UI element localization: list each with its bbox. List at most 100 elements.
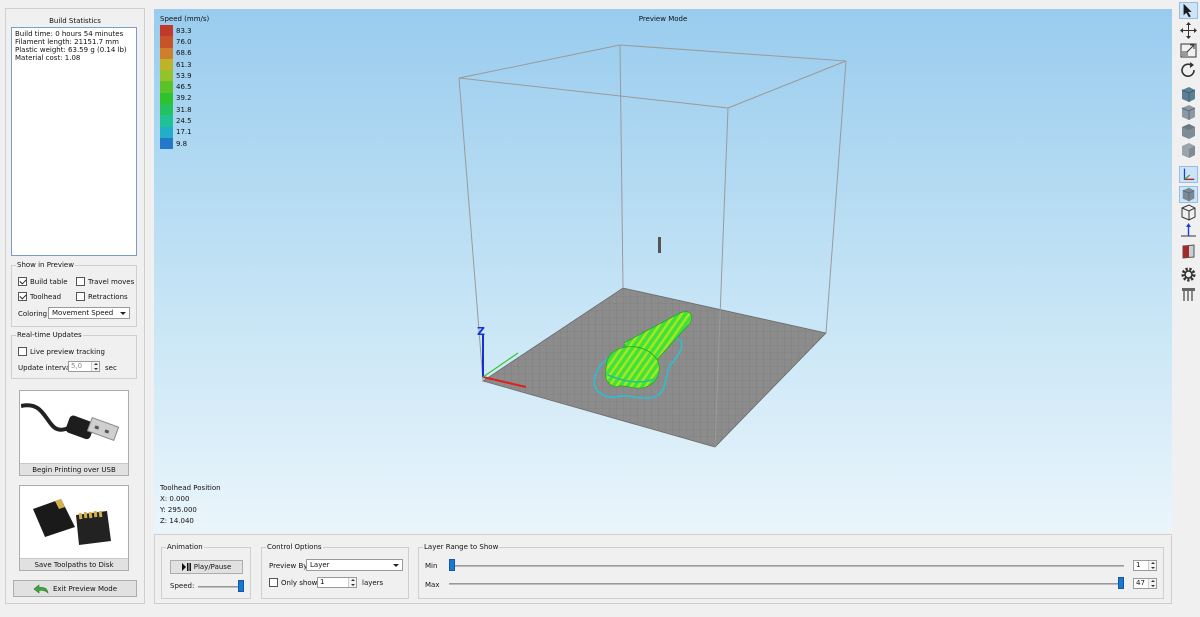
scale-tool-button[interactable] bbox=[1179, 42, 1198, 59]
max-layer-value: 47 bbox=[1136, 579, 1145, 587]
filament-length: Filament length: 21151.7 mm bbox=[15, 38, 119, 46]
view-front-button[interactable] bbox=[1179, 104, 1198, 121]
speed-slider-handle[interactable] bbox=[238, 580, 244, 592]
legend-row: 31.8 bbox=[160, 104, 209, 116]
rotate-tool-button[interactable] bbox=[1179, 62, 1198, 79]
legend-swatch bbox=[160, 137, 173, 150]
travel-moves-checkbox-row[interactable]: Travel moves bbox=[76, 277, 134, 286]
settings-gear-button[interactable] bbox=[1179, 266, 1198, 283]
material-cost: Material cost: 1.08 bbox=[15, 54, 81, 62]
show-wireframe-icon bbox=[1181, 204, 1196, 221]
select-tool-button[interactable] bbox=[1179, 2, 1198, 19]
sd-card-icon bbox=[21, 487, 127, 558]
max-layer-slider-track[interactable] bbox=[449, 583, 1124, 585]
legend-value: 53.9 bbox=[176, 71, 192, 80]
view-iso-icon bbox=[1181, 87, 1196, 102]
toolhead-position: Toolhead Position X: 0.000 Y: 295.000 Z:… bbox=[160, 483, 221, 527]
layer-range-title: Layer Range to Show bbox=[423, 543, 500, 551]
legend-row: 39.2 bbox=[160, 92, 209, 105]
view-iso-button[interactable] bbox=[1179, 86, 1198, 103]
only-show-label: Only show bbox=[281, 578, 318, 587]
view-side-button[interactable] bbox=[1179, 142, 1198, 159]
scale-tool-icon bbox=[1180, 43, 1197, 58]
show-axes-button[interactable] bbox=[1179, 166, 1198, 183]
build-statistics-box[interactable]: Build time: 0 hours 54 minutes Filament … bbox=[11, 27, 137, 256]
plastic-weight: Plastic weight: 63.59 g (0.14 lb) bbox=[15, 46, 127, 54]
animation-group: Animation Play/Pause Speed: bbox=[161, 543, 251, 599]
travel-moves-checkbox[interactable] bbox=[76, 277, 85, 286]
build-table-checkbox[interactable] bbox=[18, 277, 27, 286]
spin-arrows-icon[interactable] bbox=[1148, 579, 1156, 588]
begin-printing-usb-button[interactable]: Begin Printing over USB bbox=[19, 390, 129, 476]
spin-arrows-icon[interactable] bbox=[91, 362, 99, 371]
legend-swatch bbox=[160, 36, 173, 48]
legend-row: 53.9 bbox=[160, 70, 209, 82]
legend-value: 17.1 bbox=[176, 128, 192, 137]
play-pause-button[interactable]: Play/Pause bbox=[170, 560, 243, 574]
save-toolpaths-label: Save Toolpaths to Disk bbox=[20, 558, 128, 570]
build-table-checkbox-row[interactable]: Build table bbox=[18, 277, 68, 286]
update-interval-value: 5,0 bbox=[71, 362, 83, 370]
begin-printing-usb-label: Begin Printing over USB bbox=[20, 463, 128, 475]
preview-scene: Z bbox=[458, 44, 847, 448]
min-layer-slider-track[interactable] bbox=[449, 565, 1124, 567]
settings-gear-icon bbox=[1181, 267, 1196, 282]
speed-legend-title: Speed (mm/s) bbox=[160, 15, 210, 23]
retractions-checkbox-row[interactable]: Retractions bbox=[76, 292, 128, 301]
layer-range-group: Layer Range to Show Min 1 Max 47 bbox=[418, 543, 1164, 599]
legend-value: 68.6 bbox=[176, 49, 192, 58]
legend-row: 68.6 bbox=[160, 47, 209, 59]
legend-value: 83.3 bbox=[176, 26, 192, 35]
spin-arrows-icon[interactable] bbox=[1148, 561, 1156, 570]
view-top-button[interactable] bbox=[1179, 123, 1198, 140]
live-tracking-checkbox[interactable] bbox=[18, 347, 27, 356]
support-button[interactable] bbox=[1179, 286, 1198, 303]
move-tool-icon bbox=[1180, 22, 1197, 39]
layers-label: layers bbox=[362, 579, 384, 587]
preview-by-dropdown[interactable]: Layer bbox=[306, 559, 403, 571]
exit-preview-label: Exit Preview Mode bbox=[52, 584, 118, 593]
section-view-button[interactable] bbox=[1179, 243, 1198, 260]
only-show-spinbox[interactable]: 1 bbox=[317, 577, 357, 588]
play-pause-label: Play/Pause bbox=[193, 563, 232, 571]
max-layer-slider-handle[interactable] bbox=[1118, 577, 1124, 589]
toolhead-checkbox-row[interactable]: Toolhead bbox=[18, 292, 61, 301]
legend-swatch bbox=[160, 104, 173, 116]
move-tool-button[interactable] bbox=[1179, 22, 1198, 39]
show-normals-button[interactable] bbox=[1179, 222, 1198, 239]
show-normals-icon bbox=[1181, 223, 1196, 237]
legend-row: 83.3 bbox=[160, 25, 209, 37]
show-wireframe-button[interactable] bbox=[1179, 204, 1198, 221]
update-interval-spinbox[interactable]: 5,0 bbox=[68, 361, 100, 372]
toolhead-x: X: 0.000 bbox=[160, 495, 190, 503]
legend-swatch bbox=[160, 58, 173, 71]
legend-swatch bbox=[160, 92, 173, 105]
view-top-icon bbox=[1182, 124, 1195, 139]
show-solid-icon bbox=[1182, 187, 1195, 202]
coloring-dropdown[interactable]: Movement Speed bbox=[48, 307, 130, 319]
legend-row: 46.5 bbox=[160, 81, 209, 93]
speed-label: Speed: bbox=[170, 582, 195, 590]
only-show-checkbox[interactable] bbox=[269, 578, 278, 587]
view-front-icon bbox=[1181, 105, 1196, 120]
stats-title: Build Statistics bbox=[49, 17, 101, 25]
spin-arrows-icon[interactable] bbox=[348, 578, 356, 587]
exit-preview-button[interactable]: Exit Preview Mode bbox=[13, 580, 137, 597]
show-axes-icon bbox=[1183, 168, 1195, 181]
live-tracking-checkbox-row[interactable]: Live preview tracking bbox=[18, 347, 105, 356]
show-solid-button[interactable] bbox=[1179, 186, 1198, 203]
max-layer-spinbox[interactable]: 47 bbox=[1133, 578, 1157, 589]
only-show-checkbox-row[interactable]: Only show bbox=[269, 578, 317, 587]
save-toolpaths-button[interactable]: Save Toolpaths to Disk bbox=[19, 485, 129, 571]
legend-value: 39.2 bbox=[176, 94, 192, 103]
section-view-icon bbox=[1182, 244, 1195, 259]
legend-value: 76.0 bbox=[176, 37, 192, 46]
retractions-checkbox[interactable] bbox=[76, 292, 85, 301]
legend-value: 61.3 bbox=[176, 60, 192, 69]
viewport-title: Preview Mode bbox=[638, 15, 688, 23]
min-layer-spinbox[interactable]: 1 bbox=[1133, 560, 1157, 571]
toolhead-checkbox[interactable] bbox=[18, 292, 27, 301]
3d-viewport[interactable]: Z Preview Mode Speed (mm/s) 83.3 76.0 68.6… bbox=[154, 9, 1172, 532]
play-pause-icon bbox=[181, 563, 191, 571]
min-layer-slider-handle[interactable] bbox=[449, 559, 455, 571]
